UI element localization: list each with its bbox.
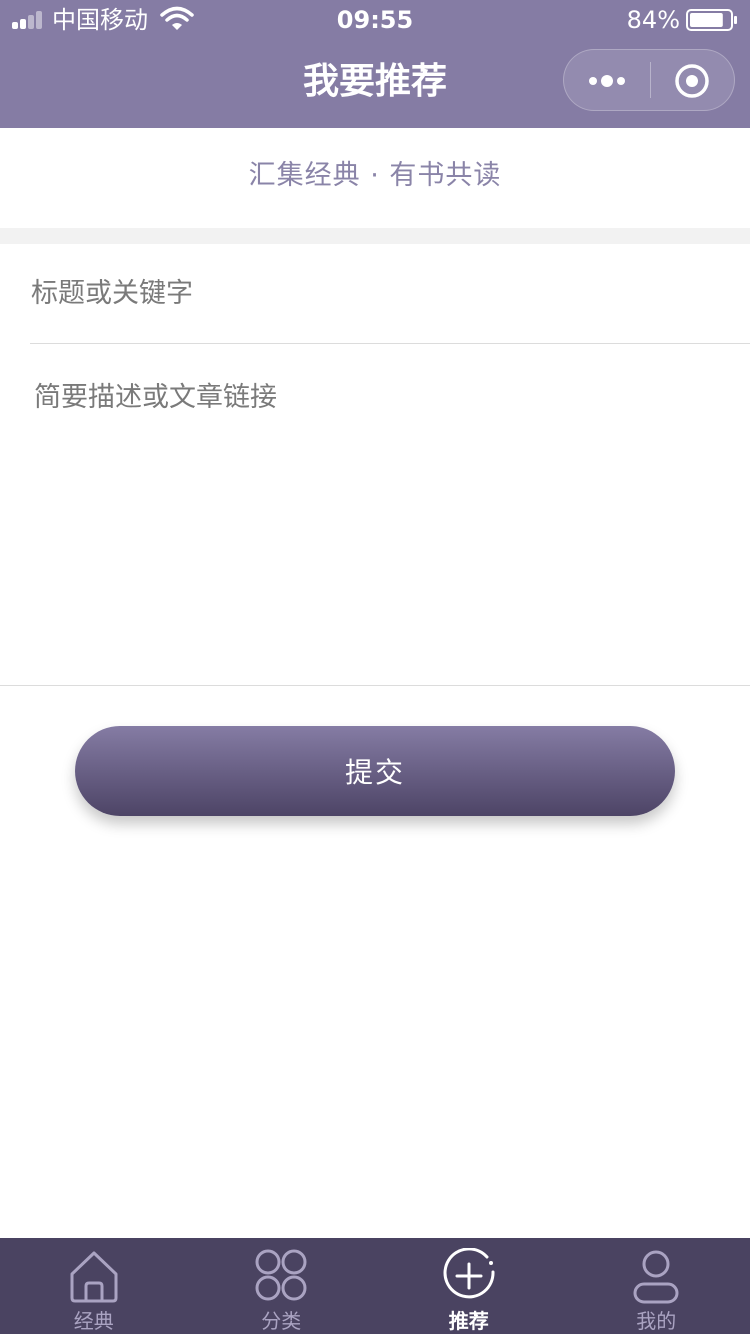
battery-percent: 84% [626,6,680,34]
mini-program-capsule [563,49,735,111]
form-divider [0,685,750,686]
plus-circle-icon [443,1248,495,1299]
status-bar: 中国移动 09:55 84% [0,0,750,40]
tab-classics[interactable]: 经典 [0,1238,188,1334]
home-icon [70,1251,118,1303]
more-icon[interactable] [564,50,650,110]
tab-bar: 经典 分类 推荐 我的 [0,1238,750,1334]
tab-mine[interactable]: 我的 [563,1238,750,1334]
tab-categories[interactable]: 分类 [188,1238,376,1334]
close-miniprogram-icon[interactable] [651,50,735,110]
battery-icon [686,9,737,31]
user-icon [633,1250,679,1304]
top-header: 中国移动 09:55 84% 我要推荐 [0,0,750,128]
description-link-textarea[interactable] [30,372,730,672]
tab-label: 分类 [261,1309,302,1333]
tab-label: 经典 [73,1309,114,1333]
submit-button[interactable]: 提交 [75,726,675,816]
title-keyword-input[interactable] [30,244,750,344]
recommend-page: 中国移动 09:55 84% 我要推荐 汇集经典 · 有书共读 标题或关键字 简… [0,0,750,1334]
tab-recommend[interactable]: 推荐 [375,1238,563,1334]
tab-label: 我的 [636,1309,677,1333]
grid-icon [255,1249,307,1301]
slogan: 汇集经典 · 有书共读 [248,160,502,191]
tab-label: 推荐 [448,1309,489,1333]
section-gap [0,228,750,244]
